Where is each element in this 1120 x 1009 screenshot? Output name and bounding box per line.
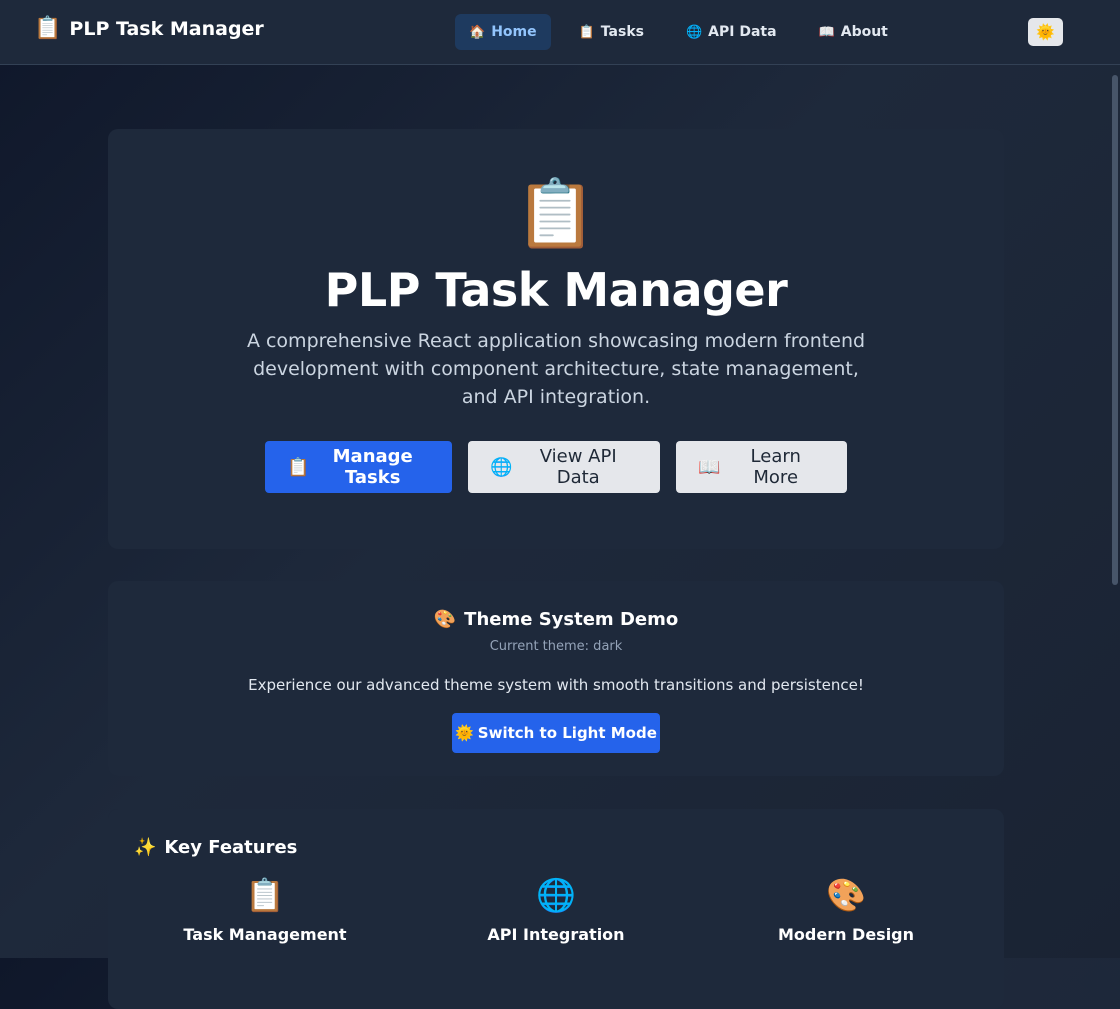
feature-label: Modern Design bbox=[777, 925, 915, 944]
view-api-data-button[interactable]: 🌐 View API Data bbox=[468, 441, 660, 493]
nav-about-label: About bbox=[840, 24, 888, 40]
nav-api-data-label: API Data bbox=[708, 24, 777, 40]
palette-icon: 🎨 bbox=[433, 609, 457, 630]
key-features-title-text: Key Features bbox=[164, 837, 298, 858]
nav-about[interactable]: 📖 About bbox=[805, 14, 902, 50]
clipboard-icon: 📋 bbox=[245, 876, 285, 914]
book-icon: 📖 bbox=[818, 24, 835, 40]
home-icon: 🏠 bbox=[469, 24, 486, 40]
hero-section: 📋 PLP Task Manager A comprehensive React… bbox=[108, 129, 1004, 549]
brand-name: PLP Task Manager bbox=[69, 18, 264, 40]
globe-icon: 🌐 bbox=[685, 24, 703, 40]
palette-icon: 🎨 bbox=[826, 876, 866, 914]
hero-actions: 📋 Manage Tasks 🌐 View API Data 📖 Learn M… bbox=[265, 441, 847, 493]
theme-demo-title: 🎨 Theme System Demo bbox=[108, 609, 1004, 630]
learn-more-button[interactable]: 📖 Learn More bbox=[676, 441, 847, 493]
theme-demo-description: Experience our advanced theme system wit… bbox=[248, 676, 864, 694]
feature-label: Task Management bbox=[183, 925, 347, 944]
nav-tasks-label: Tasks bbox=[600, 24, 644, 40]
switch-to-light-mode-button[interactable]: 🌞 Switch to Light Mode bbox=[452, 713, 660, 753]
clipboard-icon: 📋 bbox=[514, 175, 598, 252]
theme-demo-section: 🎨 Theme System Demo Current theme: dark … bbox=[108, 581, 1004, 776]
feature-label: API Integration bbox=[487, 925, 625, 944]
manage-tasks-button[interactable]: 📋 Manage Tasks bbox=[265, 441, 452, 493]
hero-title: PLP Task Manager bbox=[324, 263, 788, 317]
switch-theme-label: Switch to Light Mode bbox=[477, 724, 657, 742]
theme-toggle-button[interactable]: 🌞 bbox=[1028, 18, 1063, 46]
page-scrollbar[interactable] bbox=[1110, 65, 1120, 958]
feature-api-integration: 🌐 API Integration bbox=[431, 879, 681, 944]
nav-api-data[interactable]: 🌐 API Data bbox=[672, 14, 791, 50]
nav-links: 🏠 Home 📋 Tasks 🌐 API Data 📖 About bbox=[455, 14, 916, 50]
nav-tasks[interactable]: 📋 Tasks bbox=[565, 14, 658, 50]
clipboard-icon: 📋 bbox=[578, 24, 595, 40]
sparkles-icon: ✨ bbox=[134, 837, 157, 858]
nav-home-label: Home bbox=[491, 24, 537, 40]
current-theme-text: Current theme: dark bbox=[489, 639, 623, 654]
brand-logo[interactable]: 📋 PLP Task Manager bbox=[34, 16, 264, 41]
hero-description: A comprehensive React application showca… bbox=[246, 330, 866, 408]
theme-demo-title-text: Theme System Demo bbox=[464, 609, 679, 630]
scrollbar-thumb[interactable] bbox=[1112, 75, 1118, 585]
top-navbar: 📋 PLP Task Manager 🏠 Home 📋 Tasks 🌐 API … bbox=[0, 0, 1120, 65]
key-features-title: ✨ Key Features bbox=[134, 837, 297, 858]
clipboard-icon: 📋 bbox=[34, 16, 62, 41]
feature-task-management: 📋 Task Management bbox=[140, 879, 390, 944]
view-api-data-label: View API Data bbox=[539, 446, 617, 488]
manage-tasks-label: Manage Tasks bbox=[332, 446, 413, 488]
globe-icon: 🌐 bbox=[490, 456, 513, 478]
key-features-section: ✨ Key Features 📋 Task Management 🌐 API I… bbox=[108, 809, 1004, 1009]
nav-home[interactable]: 🏠 Home bbox=[455, 14, 551, 50]
clipboard-icon: 📋 bbox=[287, 456, 310, 478]
sun-icon: 🌞 bbox=[455, 724, 474, 742]
sun-icon: 🌞 bbox=[1036, 23, 1055, 41]
learn-more-label: Learn More bbox=[750, 446, 801, 488]
globe-icon: 🌐 bbox=[536, 876, 576, 914]
feature-modern-design: 🎨 Modern Design bbox=[721, 879, 971, 944]
book-icon: 📖 bbox=[698, 456, 721, 478]
